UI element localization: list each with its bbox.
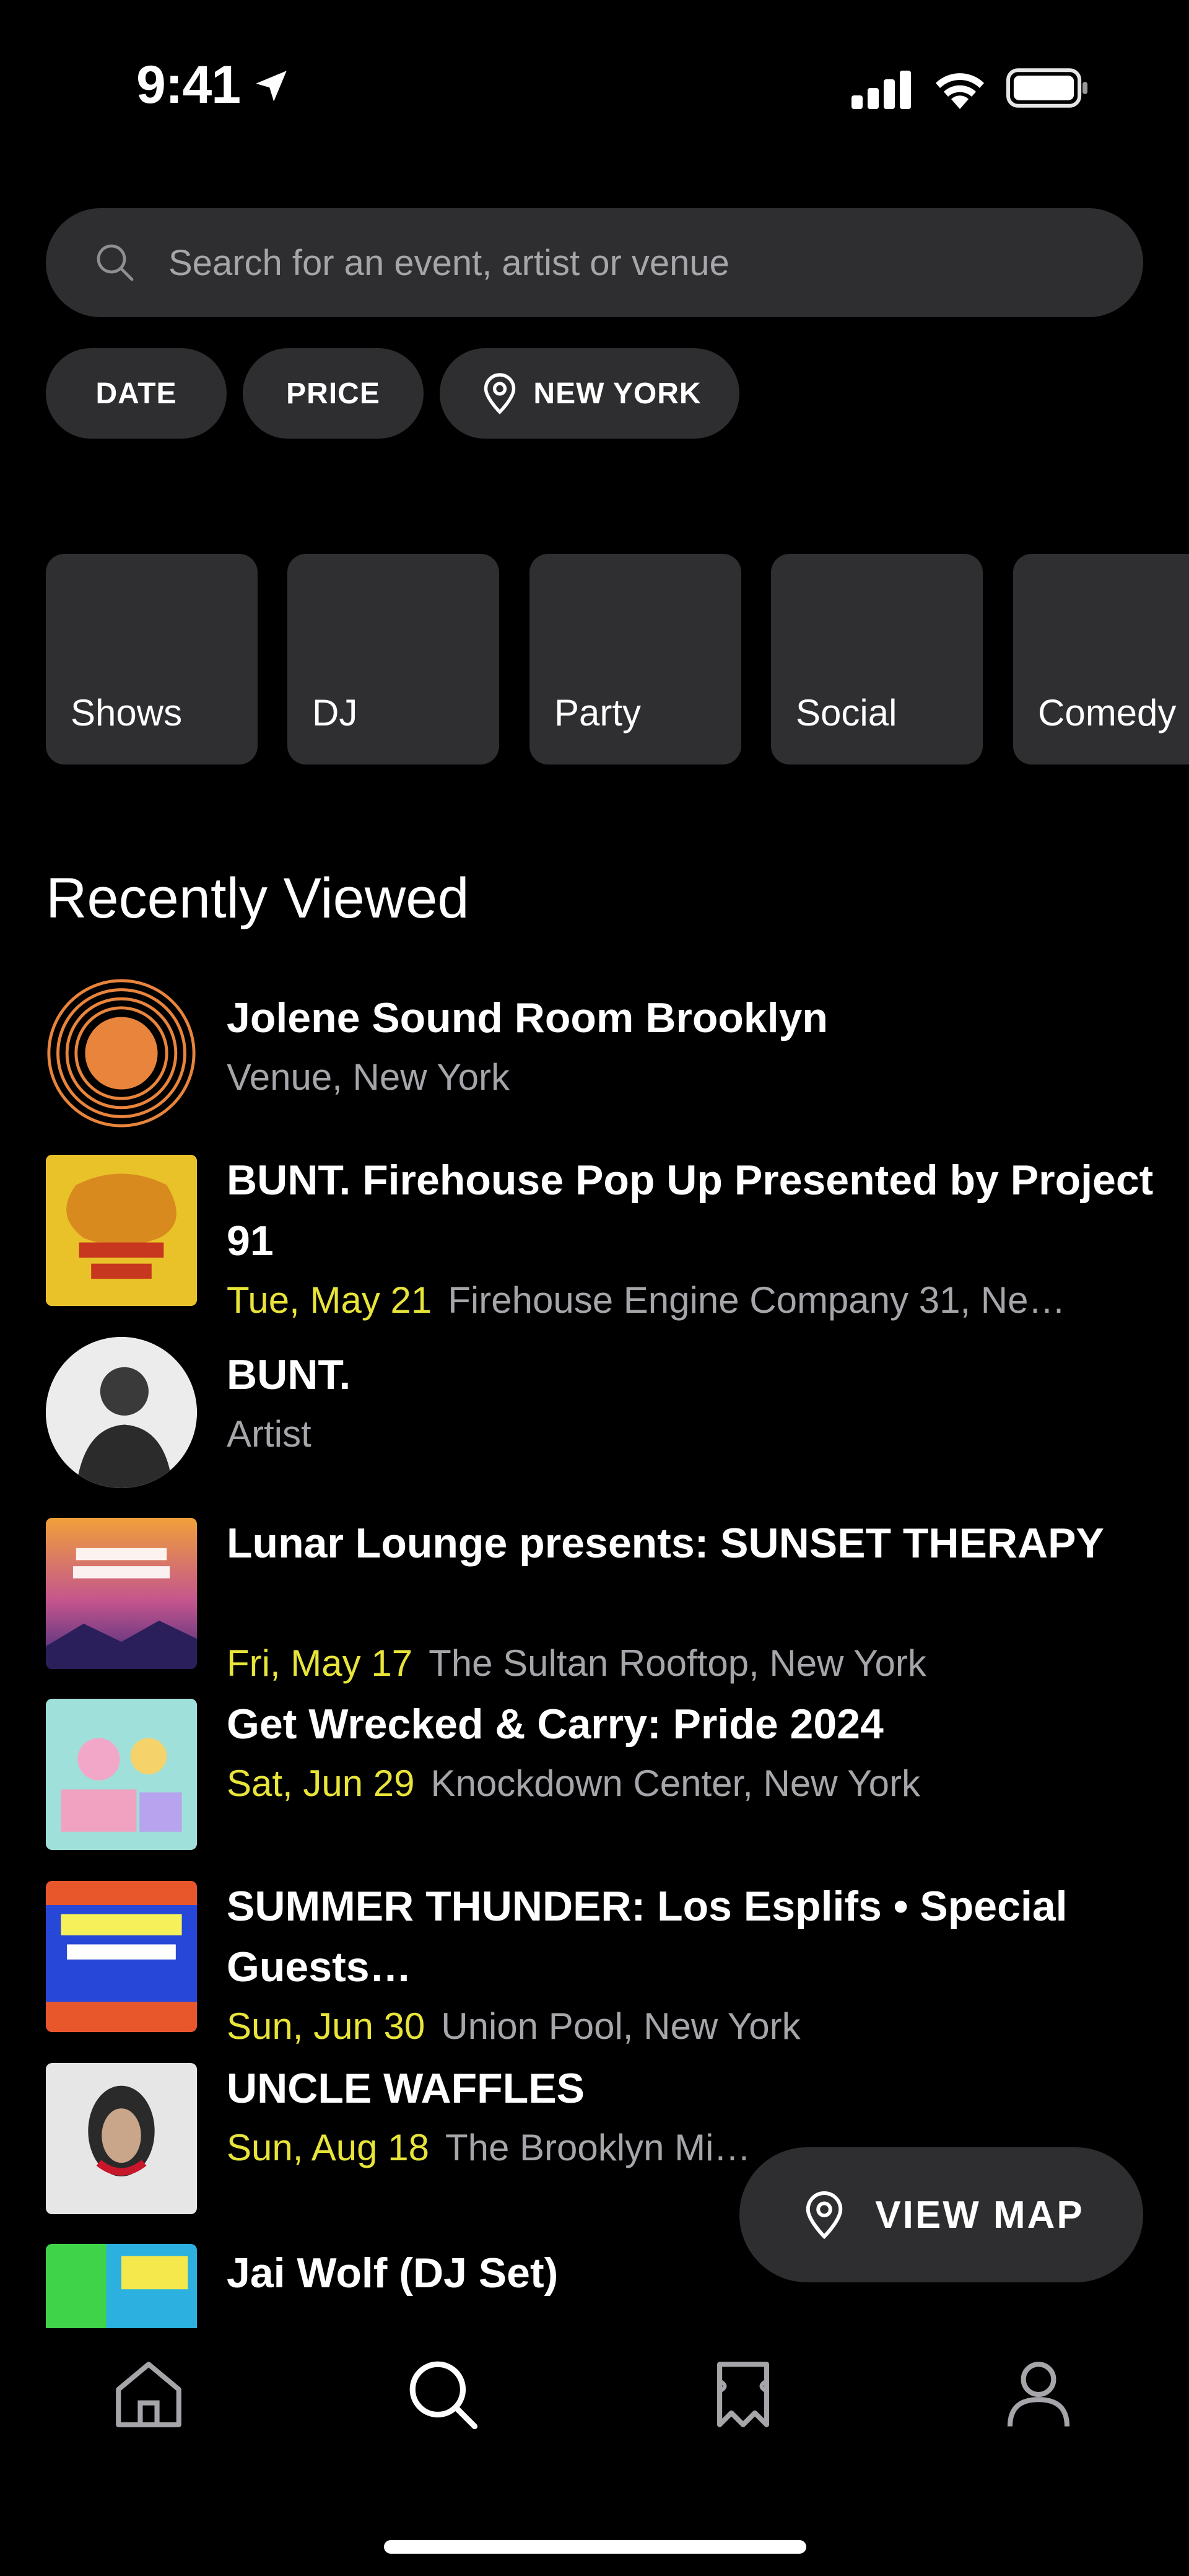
event-poster-thumbnail: [46, 1881, 197, 2032]
price-filter-label: PRICE: [286, 377, 380, 410]
search-input[interactable]: [168, 227, 1097, 299]
location-filter-chip[interactable]: NEW YORK: [440, 348, 739, 439]
category-label: Party: [554, 692, 642, 734]
item-title: Get Wrecked & Carry: Pride 2024: [227, 1701, 884, 1748]
date-filter-label: DATE: [95, 377, 177, 410]
event-poster-thumbnail: [46, 1699, 197, 1850]
item-subtitle: Sun, Jun 30 Union Pool, New York: [227, 2005, 801, 2048]
status-time: 9:41: [136, 55, 241, 115]
list-item[interactable]: BUNT. Artist: [46, 1337, 1148, 1492]
tickets-icon[interactable]: [703, 2354, 783, 2435]
category-tile-shows[interactable]: Shows: [46, 554, 258, 764]
location-filter-label: NEW YORK: [533, 377, 702, 410]
item-title: Lunar Lounge presents: SUNSET THERAPY: [227, 1520, 1104, 1567]
event-venue: The Sultan Rooftop, New York: [429, 1642, 926, 1684]
view-map-label: VIEW MAP: [875, 2193, 1084, 2236]
event-date: Tue, May 21: [227, 1279, 432, 1321]
event-date: Sun, Jun 30: [227, 2005, 425, 2047]
category-label: Social: [796, 692, 897, 734]
list-item[interactable]: Get Wrecked & Carry: Pride 2024 Sat, Jun…: [46, 1699, 1148, 1854]
event-poster-thumbnail: [46, 1518, 197, 1669]
item-title: Jolene Sound Room Brooklyn: [227, 994, 828, 1041]
item-subtitle: Sun, Aug 18 The Brooklyn Mi…: [227, 2126, 751, 2169]
category-tile-dj[interactable]: DJ: [287, 554, 499, 764]
section-title: Recently Viewed: [46, 867, 469, 930]
item-title: UNCLE WAFFLES: [227, 2065, 585, 2112]
event-venue: Knockdown Center, New York: [430, 1763, 921, 1804]
cellular-signal-icon: [851, 71, 911, 109]
item-subtitle: Tue, May 21 Firehouse Engine Company 31, …: [227, 1279, 1065, 1321]
profile-icon[interactable]: [998, 2354, 1079, 2435]
event-venue: Union Pool, New York: [441, 2005, 801, 2047]
category-label: Comedy: [1038, 692, 1177, 734]
category-tile-party[interactable]: Party: [529, 554, 741, 764]
event-date: Sat, Jun 29: [227, 1763, 415, 1804]
date-filter-chip[interactable]: DATE: [46, 348, 227, 439]
event-poster-thumbnail: [46, 2063, 197, 2214]
location-arrow-icon: [256, 71, 287, 102]
item-subtitle: Sat, Jun 29 Knockdown Center, New York: [227, 1762, 920, 1805]
item-title: BUNT. Firehouse Pop Up Presented by Proj…: [227, 1157, 1154, 1264]
event-poster-thumbnail: [46, 1155, 197, 1306]
event-venue: The Brooklyn Mi…: [445, 2127, 751, 2168]
item-title: SUMMER THUNDER: Los Esplifs • Special Gu…: [227, 1883, 1068, 1991]
artist-photo-thumbnail: [46, 1337, 197, 1488]
event-date: Sun, Aug 18: [227, 2127, 429, 2168]
venue-logo-thumbnail: [46, 978, 197, 1129]
location-pin-icon: [484, 373, 516, 414]
search-icon[interactable]: [403, 2354, 483, 2435]
search-icon: [97, 244, 134, 281]
list-item[interactable]: BUNT. Firehouse Pop Up Presented by Proj…: [46, 1155, 1153, 1328]
category-tile-social[interactable]: Social: [771, 554, 983, 764]
list-item[interactable]: Lunar Lounge presents: SUNSET THERAPY Fr…: [46, 1518, 1148, 1691]
event-venue: Firehouse Engine Company 31, Ne…: [448, 1279, 1066, 1321]
wifi-icon: [936, 73, 984, 109]
list-item[interactable]: SUMMER THUNDER: Los Esplifs • Special Gu…: [46, 1881, 1148, 2054]
list-item[interactable]: Jolene Sound Room Brooklyn Venue, New Yo…: [46, 978, 1148, 1132]
category-label: Shows: [71, 692, 183, 734]
category-tile-comedy[interactable]: Comedy: [1013, 554, 1189, 764]
home-indicator: [384, 2540, 806, 2554]
item-subtitle: Fri, May 17 The Sultan Rooftop, New York: [227, 1642, 926, 1684]
item-subtitle: Artist: [227, 1413, 311, 1455]
price-filter-chip[interactable]: PRICE: [243, 348, 424, 439]
battery-icon: [1006, 68, 1088, 108]
view-map-button[interactable]: VIEW MAP: [739, 2147, 1143, 2282]
item-subtitle: Venue, New York: [227, 1056, 510, 1098]
event-date: Fri, May 17: [227, 1642, 413, 1684]
map-pin-icon: [806, 2191, 843, 2240]
item-title: BUNT.: [227, 1351, 351, 1398]
event-poster-thumbnail: [46, 2244, 197, 2328]
home-icon[interactable]: [108, 2354, 189, 2435]
category-label: DJ: [312, 692, 358, 734]
